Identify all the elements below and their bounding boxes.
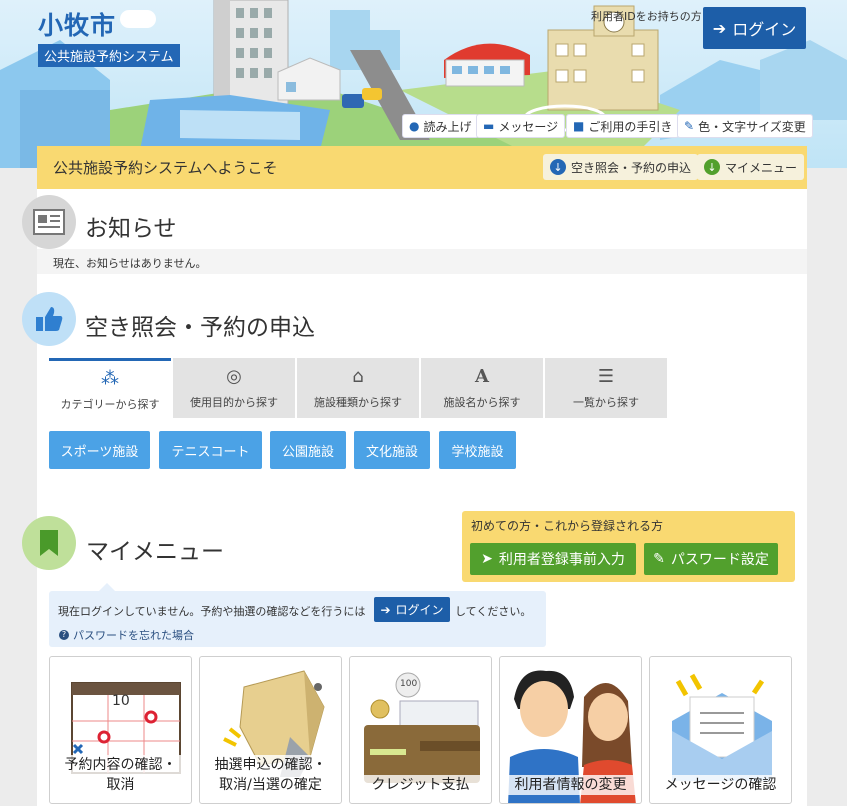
tab-category-label: カテゴリーから探す bbox=[60, 397, 160, 411]
notice-title: お知らせ bbox=[85, 216, 177, 242]
read-aloud-button[interactable]: ● 読み上げ bbox=[402, 114, 479, 138]
system-name-badge: 公共施設予約システム bbox=[38, 44, 180, 67]
card-label-line: 抽選申込の確認・ bbox=[214, 757, 327, 773]
question-icon: ? bbox=[59, 630, 69, 640]
user-preregistration-button[interactable]: ➤ 利用者登録事前入力 bbox=[470, 543, 636, 575]
login-info-suffix: してください。 bbox=[455, 605, 532, 618]
message-label: メッセージ bbox=[498, 119, 559, 134]
password-setting-button[interactable]: ✎ パスワード設定 bbox=[644, 543, 778, 575]
forgot-password-link[interactable]: ? パスワードを忘れた場合 bbox=[59, 627, 194, 643]
login-hint: 利用者IDをお持ちの方 bbox=[591, 10, 702, 23]
tab-facility-name[interactable]: A 施設名から探す bbox=[421, 358, 543, 418]
tab-purpose-label: 使用目的から探す bbox=[190, 396, 278, 409]
paper-plane-icon: ➤ bbox=[481, 551, 493, 567]
forgot-password-label: パスワードを忘れた場合 bbox=[73, 629, 194, 642]
bookmark-icon bbox=[22, 516, 76, 570]
newspaper-icon bbox=[22, 195, 76, 249]
notice-message: 現在、お知らせはありません。 bbox=[53, 257, 207, 270]
user-preregistration-label: 利用者登録事前入力 bbox=[498, 552, 625, 568]
card-reservation-confirm[interactable]: 10 予約内容の確認・ 取消 bbox=[49, 656, 192, 804]
list-icon: ☰ bbox=[597, 366, 615, 387]
arrow-down-icon: ↓ bbox=[704, 159, 720, 175]
reserve-title: 空き照会・予約の申込 bbox=[85, 315, 315, 341]
sign-in-icon: ➔ bbox=[712, 18, 727, 38]
category-sports-button[interactable]: スポーツ施設 bbox=[49, 431, 150, 469]
card-label-line: 利用者情報の変更 bbox=[514, 777, 627, 793]
card-message-confirm[interactable]: メッセージの確認 bbox=[649, 656, 792, 804]
category-park-button[interactable]: 公園施設 bbox=[270, 431, 346, 469]
book-icon: ■ bbox=[573, 119, 585, 133]
card-credit-label: クレジット支払 bbox=[350, 775, 491, 795]
tab-facility-name-label: 施設名から探す bbox=[443, 396, 521, 409]
registration-box: 初めての方・これから登録される方 ➤ 利用者登録事前入力 ✎ パスワード設定 bbox=[462, 511, 795, 582]
login-button-label: ログイン bbox=[732, 20, 797, 39]
arrow-down-icon: ↓ bbox=[550, 159, 566, 175]
card-label-line: 取消 bbox=[106, 777, 135, 793]
login-info-text: 現在ログインしていません。予約や抽選の確認などを行うには bbox=[58, 605, 366, 618]
jump-reserve-label: 空き照会・予約の申込 bbox=[571, 160, 692, 175]
login-inline-button[interactable]: ➔ ログイン bbox=[374, 597, 450, 622]
city-title: 小牧市 bbox=[38, 11, 117, 40]
welcome-text: 公共施設予約システムへようこそ bbox=[53, 159, 278, 177]
card-lottery-label: 抽選申込の確認・ 取消/当選の確定 bbox=[200, 755, 341, 795]
login-inline-label: ログイン bbox=[395, 603, 444, 617]
user-guide-label: ご利用の手引き bbox=[588, 119, 673, 134]
card-label-line: 取消/当選の確定 bbox=[219, 777, 322, 793]
card-label-line: 予約内容の確認・ bbox=[64, 757, 177, 773]
user-guide-button[interactable]: ■ ご利用の手引き bbox=[566, 114, 680, 138]
login-status-box: 現在ログインしていません。予約や抽選の確認などを行うには ➔ ログイン してくだ… bbox=[49, 583, 546, 647]
jump-reserve-button[interactable]: ↓ 空き照会・予約の申込 bbox=[543, 154, 699, 180]
jump-mymenu-label: マイメニュー bbox=[725, 160, 798, 175]
font-icon: A bbox=[475, 366, 489, 387]
card-user-info-label: 利用者情報の変更 bbox=[500, 775, 641, 795]
card-reservation-label: 予約内容の確認・ 取消 bbox=[50, 755, 191, 795]
microphone-icon: ● bbox=[409, 119, 420, 133]
card-label-line: メッセージの確認 bbox=[664, 777, 777, 793]
sign-in-icon: ➔ bbox=[380, 602, 391, 617]
read-aloud-label: 読み上げ bbox=[423, 119, 472, 134]
card-label-line: クレジット支払 bbox=[371, 777, 470, 793]
tab-category[interactable]: ⁂ カテゴリーから探す bbox=[49, 358, 171, 418]
category-school-button[interactable]: 学校施設 bbox=[439, 431, 516, 469]
registration-title: 初めての方・これから登録される方 bbox=[471, 519, 664, 533]
mymenu-title: マイメニュー bbox=[86, 539, 224, 565]
category-tennis-button[interactable]: テニスコート bbox=[159, 431, 262, 469]
compass-icon: ◎ bbox=[226, 366, 242, 387]
notice-bar: 現在、お知らせはありません。 bbox=[37, 249, 807, 274]
welcome-bar: 公共施設予約システムへようこそ ↓ 空き照会・予約の申込 ↓ マイメニュー bbox=[37, 146, 807, 189]
tab-facility-type-label: 施設種類から探す bbox=[314, 396, 402, 409]
color-size-button[interactable]: ✎ 色・文字サイズ変更 bbox=[677, 114, 813, 138]
card-lottery-confirm[interactable]: 抽選申込の確認・ 取消/当選の確定 bbox=[199, 656, 342, 804]
calendar-number: 10 bbox=[112, 693, 130, 709]
card-message-label: メッセージの確認 bbox=[650, 775, 791, 795]
message-button[interactable]: ▬ メッセージ bbox=[476, 114, 566, 138]
pencil-icon: ✎ bbox=[653, 551, 665, 567]
tab-purpose[interactable]: ◎ 使用目的から探す bbox=[173, 358, 295, 418]
share-icon: ⁂ bbox=[101, 367, 119, 389]
card-user-info-change[interactable]: 利用者情報の変更 bbox=[499, 656, 642, 804]
category-culture-button[interactable]: 文化施設 bbox=[354, 431, 430, 469]
login-button[interactable]: ➔ ログイン bbox=[703, 7, 806, 49]
tab-list[interactable]: ☰ 一覧から探す bbox=[545, 358, 667, 418]
coin-label: 100 bbox=[400, 679, 418, 689]
tab-facility-type[interactable]: ⌂ 施設種類から探す bbox=[297, 358, 419, 418]
building-icon: ⌂ bbox=[352, 366, 364, 387]
header-banner: 小牧市 公共施設予約システム 利用者IDをお持ちの方 ➔ ログイン ● 読み上げ… bbox=[0, 0, 847, 168]
jump-mymenu-button[interactable]: ↓ マイメニュー bbox=[697, 154, 805, 180]
card-credit-payment[interactable]: 100 クレジット支払 bbox=[349, 656, 492, 804]
brush-icon: ✎ bbox=[684, 119, 695, 133]
color-size-label: 色・文字サイズ変更 bbox=[698, 119, 806, 134]
tab-list-label: 一覧から探す bbox=[573, 396, 639, 409]
password-setting-label: パスワード設定 bbox=[670, 552, 769, 568]
thumbs-up-icon bbox=[22, 292, 76, 346]
speech-bubble-icon: ▬ bbox=[483, 119, 495, 133]
